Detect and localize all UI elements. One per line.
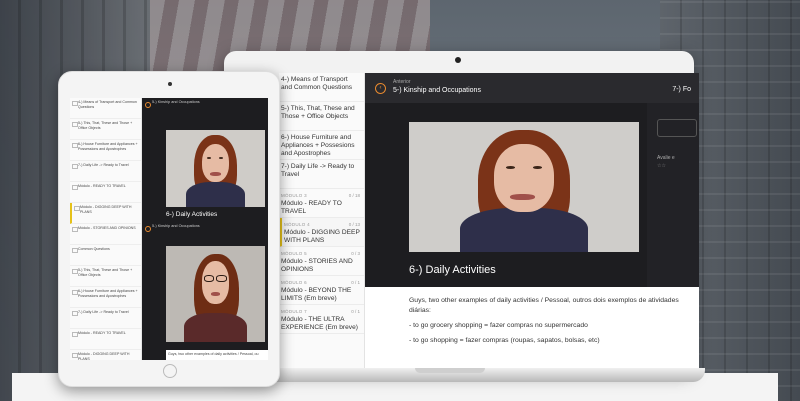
sidebar-item-label: 5-) This, That, These and Those + Office… <box>281 105 355 120</box>
sidebar-item-label: Módulo - DIGGING DEEP WITH PLANS <box>284 229 360 244</box>
tablet-lesson-main: 5-) Kinship and Occupations 6-) Daily Ac… <box>142 98 268 360</box>
previous-lesson-link[interactable]: 5-) Kinship and Occupations <box>393 87 481 94</box>
lesson-paragraph: Guys, two other examples of daily activi… <box>409 297 679 314</box>
tablet-sidebar-item[interactable]: Common Questions <box>70 245 141 266</box>
sidebar-item[interactable]: 4-) Means of Transport and Common Questi… <box>279 73 364 102</box>
tablet-sidebar-item[interactable]: 6-) House Furniture and Appliances + Pos… <box>70 287 141 308</box>
tablet-video-title: 6-) Daily Activities <box>166 211 218 218</box>
sidebar-item[interactable]: MÓDULO 4 Módulo - DIGGING DEEP WITH PLANS… <box>279 218 364 247</box>
rating-label: Avalie e <box>657 155 675 161</box>
sidebar-item[interactable]: 6-) House Furniture and Appliances + Pos… <box>279 131 364 160</box>
lesson-header: ‹ Anterior 5-) Kinship and Occupations 7… <box>365 73 699 103</box>
tablet-lesson-text: Guys, two other examples of daily activi… <box>166 350 268 360</box>
tablet-sidebar-item[interactable]: Módulo - DIGGING DEEP WITH PLANS <box>70 203 141 224</box>
previous-label: Anterior <box>393 79 411 85</box>
tablet-sidebar-item[interactable]: Módulo - READY TO TRAVEL <box>70 182 141 203</box>
sidebar-item-label: 6-) House Furniture and Appliances + Pos… <box>281 134 355 157</box>
complete-button[interactable] <box>657 119 697 137</box>
instructor-video-frame <box>166 130 265 207</box>
sidebar-item[interactable]: MÓDULO 3 Módulo - READY TO TRAVEL 0 / 18 <box>279 189 364 218</box>
lesson-paragraph: - to go grocery shopping = fazer compras… <box>409 322 588 329</box>
course-sidebar: 4-) Means of Transport and Common Questi… <box>279 73 365 369</box>
tablet-sidebar-item[interactable]: 6-) House Furniture and Appliances + Pos… <box>70 140 141 161</box>
video-player[interactable] <box>409 122 639 252</box>
tablet-screen: 4-) Means of Transport and Common Questi… <box>70 98 268 360</box>
tablet-sidebar-item[interactable]: 7-) Daily Life -> Ready to Travel <box>70 161 141 182</box>
rating-panel: Avalie e ☆☆ <box>647 103 699 287</box>
tablet-sidebar-item[interactable]: 5-) This, That, These and Those + Office… <box>70 119 141 140</box>
sidebar-item[interactable]: 7-) Daily Life -> Ready to Travel <box>279 160 364 189</box>
previous-lesson-icon[interactable]: ‹ <box>375 83 386 94</box>
lesson-main: ‹ Anterior 5-) Kinship and Occupations 7… <box>365 73 699 369</box>
tablet-video-player[interactable] <box>166 130 265 207</box>
tablet-sidebar-item[interactable]: Módulo - READY TO TRAVEL <box>70 329 141 350</box>
video-title: 6-) Daily Activities <box>409 264 496 276</box>
sidebar-item-count: 0 / 1 <box>351 280 360 285</box>
laptop-camera <box>455 57 461 63</box>
tablet-course-sidebar: 4-) Means of Transport and Common Questi… <box>70 98 142 360</box>
sidebar-item-label: Módulo - STORIES AND OPINIONS <box>281 258 353 273</box>
sidebar-item-module: MÓDULO 5 <box>281 251 307 256</box>
tablet-sidebar-item[interactable]: 4-) Means of Transport and Common Questi… <box>70 98 141 119</box>
lesson-paragraph: - to go shopping = fazer compras (roupas… <box>409 337 600 344</box>
sidebar-item-label: 4-) Means of Transport and Common Questi… <box>281 76 353 91</box>
sidebar-item-module: MÓDULO 7 <box>281 309 307 314</box>
sidebar-item-count: 0 / 18 <box>348 193 360 198</box>
sidebar-item-label: Módulo - BEYOND THE LIMITS (Em breve) <box>281 287 352 302</box>
instructor-video-frame <box>166 246 265 342</box>
sidebar-item-label: 7-) Daily Life -> Ready to Travel <box>281 163 355 178</box>
sidebar-item-label: Módulo - READY TO TRAVEL <box>281 200 342 215</box>
tablet-sidebar-item[interactable]: Módulo - DIGGING DEEP WITH PLANS <box>70 350 141 360</box>
sidebar-item[interactable]: MÓDULO 5 Módulo - STORIES AND OPINIONS 0 /… <box>279 247 364 276</box>
laptop-screen: 4-) Means of Transport and Common Questi… <box>279 73 699 369</box>
laptop-notch <box>415 368 485 373</box>
next-lesson-link[interactable]: 7-) Fo <box>672 86 691 93</box>
tablet-lesson-header-2[interactable]: 5-) Kinship and Occupations <box>142 222 268 234</box>
instructor-video-frame <box>409 122 639 252</box>
lesson-text: Guys, two other examples of daily activi… <box>365 287 699 346</box>
rating-stars[interactable]: ☆☆ <box>657 163 666 169</box>
laptop-device: 4-) Means of Transport and Common Questi… <box>224 51 699 373</box>
sidebar-item-label: Módulo - THE ULTRA EXPERIENCE (Em breve) <box>281 316 358 331</box>
sidebar-item-count: 0 / 13 <box>348 222 360 227</box>
tablet-device: 4-) Means of Transport and Common Questi… <box>58 71 280 387</box>
sidebar-item-count: 0 / 3 <box>351 251 360 256</box>
tablet-camera <box>168 82 172 86</box>
tablet-home-button[interactable] <box>163 364 177 378</box>
sidebar-item[interactable]: 5-) This, That, These and Those + Office… <box>279 102 364 131</box>
sidebar-item[interactable]: MÓDULO 7 Módulo - THE ULTRA EXPERIENCE (E… <box>279 305 364 334</box>
tablet-sidebar-item[interactable]: Módulo - STORIES AND OPINIONS <box>70 224 141 245</box>
sidebar-item-count: 0 / 1 <box>351 309 360 314</box>
sidebar-item-module: MÓDULO 6 <box>281 280 307 285</box>
tablet-video-player-2[interactable] <box>166 246 265 342</box>
tablet-sidebar-item[interactable]: 5-) This, That, These and Those + Office… <box>70 266 141 287</box>
tablet-lesson-header[interactable]: 5-) Kinship and Occupations <box>142 98 268 110</box>
tablet-sidebar-item[interactable]: 7-) Daily Life -> Ready to Travel <box>70 308 141 329</box>
sidebar-item[interactable]: MÓDULO 6 Módulo - BEYOND THE LIMITS (Em b… <box>279 276 364 305</box>
